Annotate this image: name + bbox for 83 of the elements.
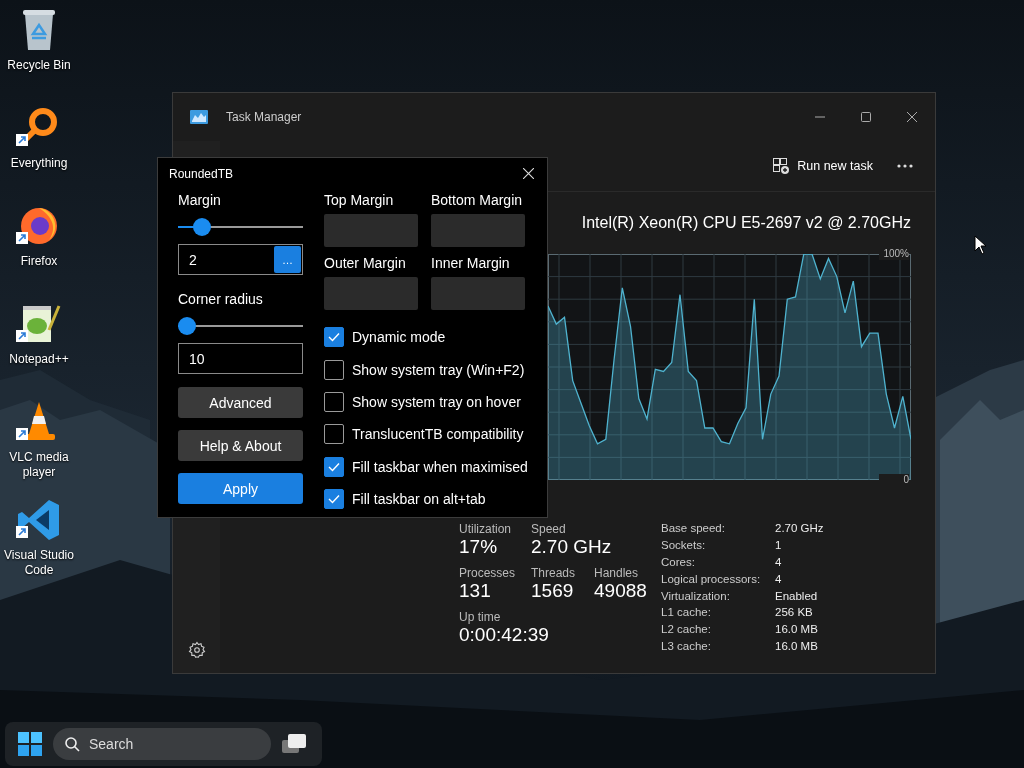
axis-tick-label: 0 bbox=[879, 474, 909, 486]
task-view-icon[interactable] bbox=[281, 733, 307, 755]
dialog-button[interactable]: Advanced bbox=[178, 387, 303, 418]
browse-button[interactable]: … bbox=[274, 246, 301, 273]
check-icon bbox=[328, 461, 340, 472]
checkbox-label[interactable]: TranslucentTB compatibility bbox=[352, 426, 524, 443]
stat-value: 131 bbox=[459, 580, 492, 602]
field-label: Inner Margin bbox=[431, 254, 511, 273]
margin-input[interactable] bbox=[431, 214, 525, 247]
stat-label: Handles bbox=[594, 566, 640, 580]
checkbox-label[interactable]: Fill taskbar when maximised bbox=[352, 458, 528, 475]
apply-button[interactable]: Apply bbox=[178, 473, 303, 504]
margin-input[interactable] bbox=[324, 277, 418, 310]
desktop-icon-label[interactable]: VLC media player bbox=[1, 450, 77, 480]
checkbox[interactable] bbox=[324, 424, 344, 445]
stat-label: Up time bbox=[459, 610, 502, 624]
detail-value: 16.0 MB bbox=[775, 623, 819, 638]
detail-value: 16.0 MB bbox=[775, 640, 819, 654]
detail-value: 1 bbox=[775, 538, 783, 553]
search-field[interactable]: Search bbox=[53, 728, 271, 760]
detail-value: 4 bbox=[775, 555, 783, 570]
field-label: Corner radius bbox=[178, 290, 264, 309]
desktop-icon-label[interactable]: Notepad++ bbox=[1, 352, 77, 367]
field-label: Bottom Margin bbox=[431, 191, 524, 210]
detail-value: 2.70 GHz bbox=[775, 522, 824, 536]
detail-label: Sockets: bbox=[661, 538, 707, 553]
checkbox-label[interactable]: Show system tray (Win+F2) bbox=[352, 361, 525, 378]
dialog-title: RoundedTB bbox=[169, 166, 234, 181]
check-icon bbox=[328, 494, 340, 505]
stat-value: 2.70 GHz bbox=[531, 536, 613, 558]
run-new-task-button[interactable]: Run new task bbox=[769, 152, 877, 180]
window-title: Task Manager bbox=[226, 110, 302, 124]
search-icon bbox=[64, 736, 80, 752]
cursor-icon bbox=[974, 235, 987, 255]
desktop-icon-label[interactable]: Everything bbox=[1, 156, 77, 171]
start-icon[interactable] bbox=[17, 731, 43, 757]
new-task-icon bbox=[773, 158, 790, 174]
stat-value: 17% bbox=[459, 536, 499, 558]
checkbox[interactable] bbox=[324, 327, 344, 348]
cpu-name: Intel(R) Xeon(R) CPU E5-2697 v2 @ 2.70GHz bbox=[581, 214, 911, 233]
desktop-icon-label[interactable]: Visual Studio Code bbox=[1, 548, 77, 578]
stat-label: Threads bbox=[531, 566, 577, 580]
app-icon bbox=[190, 110, 208, 124]
settings-icon[interactable] bbox=[187, 641, 206, 659]
detail-label: Cores: bbox=[661, 555, 696, 570]
detail-label: Virtualization: bbox=[661, 589, 731, 604]
dialog-button[interactable]: Help & About bbox=[178, 430, 303, 461]
checkbox[interactable] bbox=[324, 456, 344, 477]
checkbox-label[interactable]: Show system tray on hover bbox=[352, 393, 521, 410]
maximize-icon bbox=[861, 112, 871, 122]
detail-value: 4 bbox=[775, 572, 783, 587]
field-label: Margin bbox=[178, 191, 222, 210]
detail-label: Base speed: bbox=[661, 522, 726, 536]
field-label: Outer Margin bbox=[324, 254, 407, 273]
corner-radius-field[interactable]: 10 bbox=[178, 343, 303, 374]
checkbox[interactable] bbox=[324, 391, 344, 412]
detail-value: 256 KB bbox=[775, 606, 814, 621]
stat-value: 49088 bbox=[594, 580, 648, 602]
axis-tick-label: 100% bbox=[879, 248, 909, 260]
stat-value: 1569 bbox=[531, 580, 575, 602]
checkbox-label[interactable]: Dynamic mode bbox=[352, 329, 446, 346]
stat-value: 0:00:42:39 bbox=[459, 624, 550, 646]
close-icon bbox=[907, 112, 917, 122]
field-label: Top Margin bbox=[324, 191, 395, 210]
detail-label: Logical processors: bbox=[661, 572, 762, 587]
stat-label: Utilization bbox=[459, 522, 513, 536]
detail-label: L3 cache: bbox=[661, 640, 712, 654]
desktop-icon-label[interactable]: Firefox bbox=[1, 254, 77, 269]
checkbox[interactable] bbox=[324, 489, 344, 510]
margin-input[interactable] bbox=[431, 277, 525, 310]
checkbox[interactable] bbox=[324, 359, 344, 380]
close-icon bbox=[522, 168, 534, 179]
detail-value: Enabled bbox=[775, 589, 819, 604]
check-icon bbox=[328, 332, 340, 343]
checkbox-label[interactable]: Fill taskbar on alt+tab bbox=[352, 491, 486, 508]
detail-label: L2 cache: bbox=[661, 623, 712, 638]
detail-label: L1 cache: bbox=[661, 606, 712, 621]
slider[interactable] bbox=[178, 317, 303, 335]
desktop-icon-label[interactable]: Recycle Bin bbox=[1, 58, 77, 73]
stat-label: Speed bbox=[531, 522, 567, 536]
margin-input[interactable] bbox=[324, 214, 418, 247]
stat-label: Processes bbox=[459, 566, 517, 580]
slider[interactable] bbox=[178, 218, 303, 236]
